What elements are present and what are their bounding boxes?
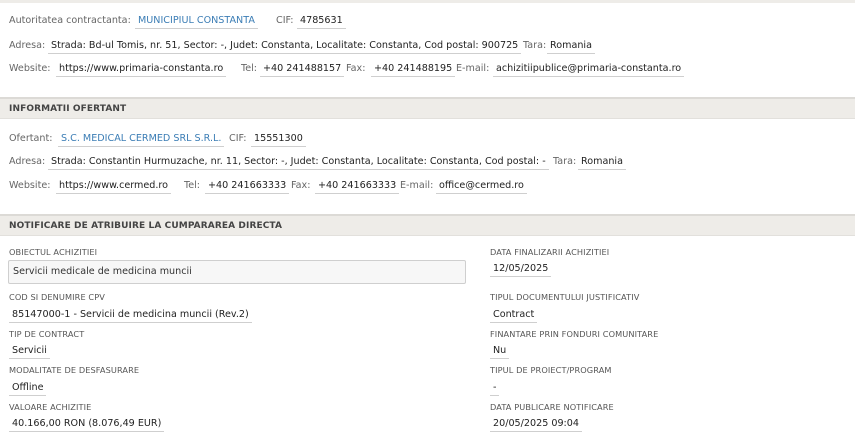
mode-value: Offline bbox=[9, 382, 47, 396]
publish-date-label: DATA PUBLICARE NOTIFICARE bbox=[490, 402, 614, 412]
bidder-cif: 15551300 bbox=[251, 133, 306, 147]
bidder-fax-label: Fax: bbox=[291, 180, 311, 191]
bidder-email: office@cermed.ro bbox=[436, 180, 527, 194]
authority-cif: 4785631 bbox=[297, 15, 346, 29]
object-label: OBIECTUL ACHIZITIEI bbox=[9, 247, 98, 257]
end-date-label: DATA FINALIZARII ACHIZITIEI bbox=[490, 247, 610, 257]
bidder-email-label: E-mail: bbox=[400, 180, 434, 191]
authority-tel-label: Tel: bbox=[241, 63, 258, 74]
object-value: Servicii medicale de medicina muncii bbox=[13, 266, 192, 277]
object-field: Servicii medicale de medicina muncii bbox=[8, 260, 466, 284]
authority-email-label: E-mail: bbox=[456, 63, 490, 74]
bidder-tel-label: Tel: bbox=[184, 180, 201, 191]
doc-type-label: TIPUL DOCUMENTULUI JUSTIFICATIV bbox=[490, 292, 640, 302]
end-date-value: 12/05/2025 bbox=[490, 263, 552, 277]
authority-tel: +40 241488157 bbox=[260, 63, 345, 77]
mode-label: MODALITATE DE DESFASURARE bbox=[9, 365, 140, 375]
authority-fax-label: Fax: bbox=[346, 63, 366, 74]
notification-section-header: NOTIFICARE DE ATRIBUIRE LA CUMPARAREA DI… bbox=[0, 214, 855, 236]
project-type-value: - bbox=[490, 382, 500, 396]
bidder-tel: +40 241663333 bbox=[205, 180, 290, 194]
bidder-address: Strada: Constantin Hurmuzache, nr. 11, S… bbox=[48, 156, 549, 170]
bidder-label: Ofertant: bbox=[9, 133, 53, 144]
authority-country-label: Tara: bbox=[523, 40, 547, 51]
bidder-country-label: Tara: bbox=[553, 156, 577, 167]
bidder-website: https://www.cermed.ro bbox=[56, 180, 172, 194]
notification-section-title: NOTIFICARE DE ATRIBUIRE LA CUMPARAREA DI… bbox=[9, 221, 283, 231]
bidder-fax: +40 241663333 bbox=[315, 180, 400, 194]
authority-address-label: Adresa: bbox=[9, 40, 46, 51]
authority-website-label: Website: bbox=[9, 63, 51, 74]
authority-cif-label: CIF: bbox=[276, 15, 294, 26]
contract-type-value: Servicii bbox=[9, 345, 50, 359]
bidder-section-title: INFORMATII OFERTANT bbox=[9, 104, 127, 114]
authority-country: Romania bbox=[547, 40, 595, 54]
authority-label: Autoritatea contractanta: bbox=[9, 15, 131, 26]
cpv-label: COD SI DENUMIRE CPV bbox=[9, 292, 105, 302]
value-label: VALOARE ACHIZITIE bbox=[9, 402, 92, 412]
top-strip bbox=[0, 0, 855, 3]
authority-address: Strada: Bd-ul Tomis, nr. 51, Sector: -, … bbox=[48, 40, 522, 54]
authority-name-link[interactable]: MUNICIPIUL CONSTANTA bbox=[135, 15, 258, 29]
bidder-address-label: Adresa: bbox=[9, 156, 46, 167]
authority-website: https://www.primaria-constanta.ro bbox=[56, 63, 227, 77]
publish-date-value: 20/05/2025 09:04 bbox=[490, 418, 582, 432]
bidder-name-link[interactable]: S.C. MEDICAL CERMED SRL S.R.L. bbox=[58, 133, 225, 147]
bidder-country: Romania bbox=[578, 156, 626, 170]
contract-type-label: TIP DE CONTRACT bbox=[9, 329, 85, 339]
authority-fax: +40 241488195 bbox=[371, 63, 456, 77]
project-type-label: TIPUL DE PROIECT/PROGRAM bbox=[490, 365, 612, 375]
bidder-website-label: Website: bbox=[9, 180, 51, 191]
bidder-cif-label: CIF: bbox=[229, 133, 247, 144]
bidder-section-header: INFORMATII OFERTANT bbox=[0, 97, 855, 119]
value-value: 40.166,00 RON (8.076,49 EUR) bbox=[9, 418, 165, 432]
eu-funds-value: Nu bbox=[490, 345, 510, 359]
cpv-value: 85147000-1 - Servicii de medicina muncii… bbox=[9, 309, 252, 323]
authority-email: achizitiipublice@primaria-constanta.ro bbox=[493, 63, 685, 77]
doc-type-value: Contract bbox=[490, 309, 538, 323]
eu-funds-label: FINANTARE PRIN FONDURI COMUNITARE bbox=[490, 329, 659, 339]
